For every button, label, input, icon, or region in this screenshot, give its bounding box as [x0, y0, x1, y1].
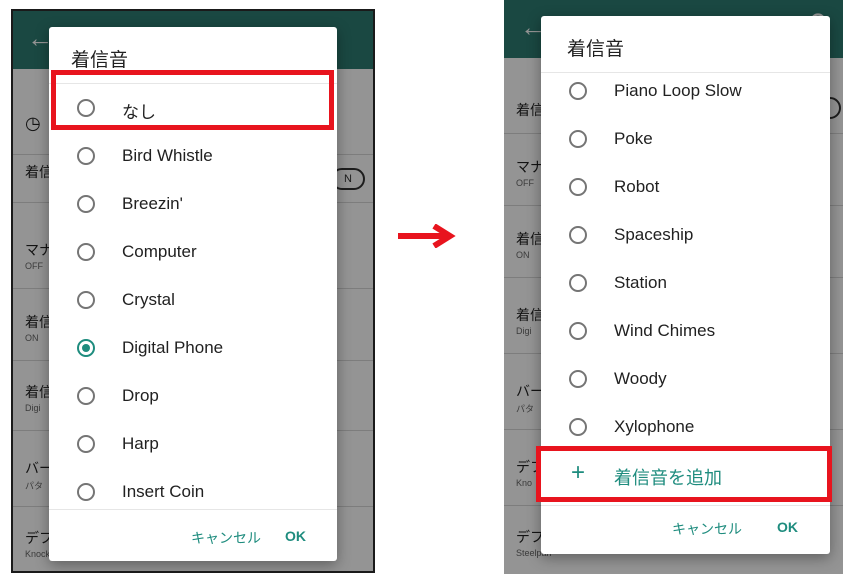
option-label: Drop: [122, 386, 159, 405]
ok-button[interactable]: OK: [285, 528, 306, 544]
radio-button[interactable]: [569, 274, 587, 292]
ringtone-option[interactable]: Station: [541, 259, 830, 307]
radio-button[interactable]: [77, 483, 95, 501]
radio-button[interactable]: [77, 387, 95, 405]
option-label: Computer: [122, 242, 197, 261]
radio-button[interactable]: [77, 147, 95, 165]
ringtone-option[interactable]: Computer: [49, 228, 337, 276]
option-label: Spaceship: [614, 225, 694, 244]
radio-button[interactable]: [569, 178, 587, 196]
ringtone-option[interactable]: Harp: [49, 420, 337, 468]
highlight-box: [51, 70, 334, 130]
radio-button[interactable]: [569, 130, 587, 148]
cancel-button[interactable]: キャンセル: [191, 528, 261, 548]
option-label: Piano Loop Slow: [614, 81, 742, 100]
radio-button[interactable]: [77, 243, 95, 261]
ringtone-option[interactable]: Drop: [49, 372, 337, 420]
option-label: Breezin': [122, 194, 183, 213]
dialog-title: 着信音: [567, 39, 625, 60]
radio-button[interactable]: [569, 370, 587, 388]
option-label: Harp: [122, 434, 159, 453]
ringtone-option[interactable]: Breezin': [49, 180, 337, 228]
ringtone-option[interactable]: Insert Coin: [49, 468, 337, 509]
ringtone-option[interactable]: Robot: [541, 163, 830, 211]
ringtone-option[interactable]: Wind Chimes: [541, 307, 830, 355]
radio-button[interactable]: [569, 322, 587, 340]
radio-button[interactable]: [77, 291, 95, 309]
dialog-title: 着信音: [71, 50, 129, 71]
ringtone-option[interactable]: Piano Loop Slow: [541, 73, 830, 115]
ringtone-option[interactable]: Poke: [541, 115, 830, 163]
ringtone-option[interactable]: Woody: [541, 355, 830, 403]
option-label: Crystal: [122, 290, 175, 309]
cancel-button[interactable]: キャンセル: [672, 519, 742, 539]
ringtone-option-selected[interactable]: Digital Phone: [49, 324, 337, 372]
option-label: Wind Chimes: [614, 321, 716, 340]
radio-button[interactable]: [569, 226, 587, 244]
radio-button[interactable]: [77, 195, 95, 213]
highlight-box: [536, 446, 832, 502]
option-label: Poke: [614, 129, 653, 148]
option-label: Digital Phone: [122, 338, 224, 357]
ringtone-option[interactable]: Bird Whistle: [49, 132, 337, 180]
option-label: Robot: [614, 177, 660, 196]
ok-button[interactable]: OK: [777, 519, 798, 535]
arrow-right-icon: [398, 224, 456, 248]
ringtone-option[interactable]: Xylophone: [541, 403, 830, 451]
radio-button[interactable]: [569, 418, 587, 436]
option-label: Bird Whistle: [122, 146, 213, 165]
radio-button-checked[interactable]: [77, 339, 95, 357]
ringtone-list[interactable]: なし Bird Whistle Breezin' Computer Crysta…: [49, 83, 337, 510]
radio-button[interactable]: [77, 435, 95, 453]
ringtone-option[interactable]: Spaceship: [541, 211, 830, 259]
option-label: Xylophone: [614, 417, 695, 436]
option-label: Insert Coin: [122, 482, 205, 501]
ringtone-option[interactable]: Crystal: [49, 276, 337, 324]
radio-button[interactable]: [569, 82, 587, 100]
ringtone-list[interactable]: Piano Loop Slow Poke Robot Spaceship Sta…: [541, 72, 830, 506]
option-label: Woody: [614, 369, 667, 388]
option-label: Station: [614, 273, 667, 292]
